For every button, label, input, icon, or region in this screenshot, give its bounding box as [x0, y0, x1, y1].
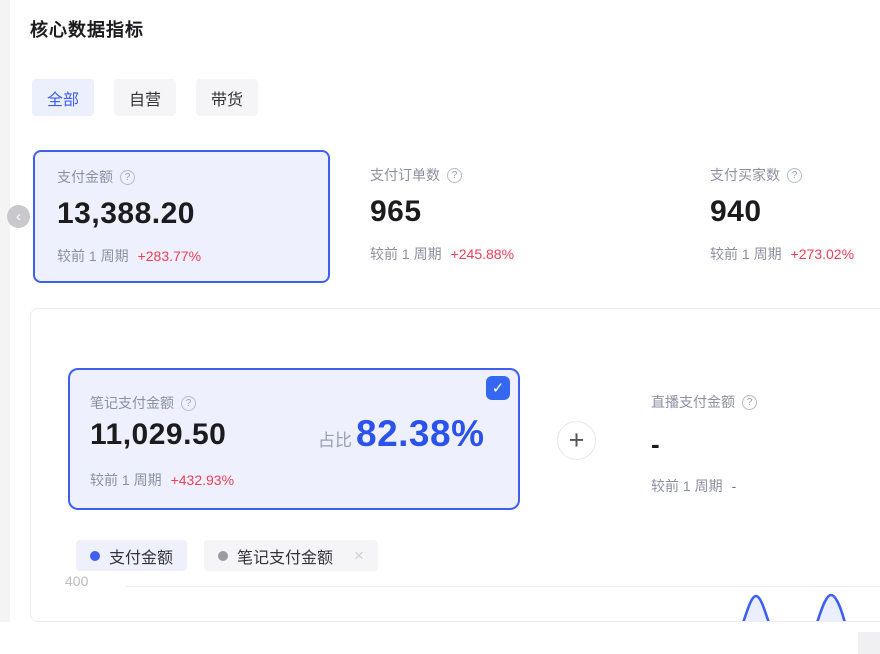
breakdown-card-note-payment[interactable]: ✓ 笔记支付金额 ? 11,029.50 占比 82.38% 较前 1 周期 +… — [68, 368, 520, 510]
breakdown-card-live-payment[interactable]: 直播支付金额 ? - 较前 1 周期 - — [651, 393, 871, 496]
add-metric-button[interactable]: + — [557, 421, 596, 460]
question-glyph: ? — [747, 397, 753, 408]
question-glyph: ? — [125, 172, 131, 183]
metric-label: 笔记支付金额 — [90, 393, 174, 413]
help-icon[interactable]: ? — [787, 168, 802, 183]
scope-tabs: 全部 自营 带货 — [32, 79, 258, 116]
metric-value: 965 — [370, 195, 632, 229]
compare-label: 较前 1 周期 — [90, 470, 162, 490]
left-edge-strip — [0, 0, 10, 622]
metric-card-payment-buyers[interactable]: 支付买家数 ? 940 较前 1 周期 +273.02% — [710, 150, 880, 283]
help-icon[interactable]: ? — [447, 168, 462, 183]
metric-label: 支付买家数 — [710, 165, 780, 185]
share-label: 占比 — [318, 426, 352, 451]
scroll-corner-block — [858, 632, 880, 654]
help-icon[interactable]: ? — [181, 396, 196, 411]
legend-label: 笔记支付金额 — [237, 544, 333, 568]
compare-label: 较前 1 周期 — [57, 246, 129, 266]
metric-value: - — [651, 429, 871, 460]
tab-self-operated[interactable]: 自营 — [114, 79, 176, 116]
page-title: 核心数据指标 — [30, 16, 144, 42]
question-glyph: ? — [792, 170, 798, 181]
tab-affiliate[interactable]: 带货 — [196, 79, 258, 116]
gridline — [126, 586, 880, 587]
y-axis-tick-400: 400 — [65, 573, 88, 589]
tab-all[interactable]: 全部 — [32, 79, 94, 116]
metric-label: 直播支付金额 — [651, 392, 735, 412]
metric-card-payment-orders[interactable]: 支付订单数 ? 965 较前 1 周期 +245.88% — [370, 150, 640, 283]
metric-value: 11,029.50 — [90, 418, 226, 452]
metric-card-payment-amount[interactable]: 支付金额 ? 13,388.20 较前 1 周期 +283.77% — [33, 150, 330, 283]
metric-label: 支付订单数 — [370, 165, 440, 185]
delta-value: - — [732, 478, 737, 494]
help-icon[interactable]: ? — [120, 170, 135, 185]
scroll-left-button[interactable]: ‹ — [7, 205, 30, 228]
chevron-left-icon: ‹ — [16, 208, 21, 225]
delta-value: +245.88% — [451, 246, 514, 262]
delta-value: +432.93% — [171, 472, 234, 488]
metric-value: 940 — [710, 195, 880, 229]
compare-label: 较前 1 周期 — [651, 476, 723, 496]
delta-value: +283.77% — [138, 248, 201, 264]
share-value: 82.38% — [356, 413, 485, 455]
plus-icon: + — [569, 425, 585, 455]
legend-label: 支付金额 — [109, 544, 173, 568]
metric-value: 13,388.20 — [57, 197, 320, 231]
delta-value: +273.02% — [791, 246, 854, 262]
question-glyph: ? — [452, 170, 458, 181]
check-icon: ✓ — [492, 379, 505, 397]
legend-item-note-payment[interactable]: 笔记支付金额 × — [204, 540, 378, 571]
compare-label: 较前 1 周期 — [370, 244, 442, 264]
legend-dot-blue — [90, 551, 100, 561]
question-glyph: ? — [186, 398, 192, 409]
metric-label: 支付金额 — [57, 167, 113, 187]
checkbox-checked[interactable]: ✓ — [486, 376, 510, 400]
share-row: 占比 82.38% — [318, 413, 485, 455]
legend-item-payment-amount[interactable]: 支付金额 — [76, 540, 187, 571]
chart-legend: 支付金额 笔记支付金额 × — [76, 540, 378, 571]
compare-label: 较前 1 周期 — [710, 244, 782, 264]
close-icon[interactable]: × — [354, 547, 364, 564]
breakdown-chart-panel: ✓ 笔记支付金额 ? 11,029.50 占比 82.38% 较前 1 周期 +… — [30, 308, 880, 622]
help-icon[interactable]: ? — [742, 395, 757, 410]
legend-dot-gray — [218, 551, 228, 561]
